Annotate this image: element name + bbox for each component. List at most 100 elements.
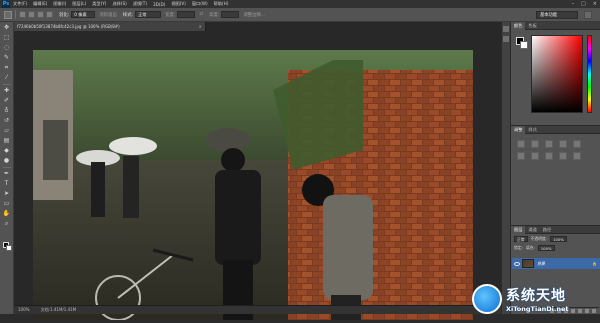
vibrance-icon[interactable] (573, 140, 581, 148)
blur-tool-icon[interactable]: ◆ (3, 147, 11, 155)
image-canvas[interactable] (33, 50, 473, 320)
zoom-level[interactable]: 100% (18, 307, 29, 312)
menu-file[interactable]: 文件(F) (13, 1, 27, 7)
dodge-tool-icon[interactable]: ● (3, 157, 11, 165)
boy-blazer (215, 170, 261, 265)
tab-paths[interactable]: 路径 (540, 226, 554, 234)
eyedropper-tool-icon[interactable]: ⁄ (3, 74, 11, 82)
quick-select-tool-icon[interactable]: ✎ (3, 54, 11, 62)
marquee-tool-icon[interactable]: ⬚ (3, 34, 11, 42)
background-color-chip[interactable] (520, 41, 528, 49)
style-select[interactable]: 正常 (135, 11, 162, 18)
menu-layer[interactable]: 图层(L) (72, 1, 86, 7)
photoshop-logo: Ps (2, 0, 10, 8)
minimize-button[interactable]: – (572, 1, 575, 7)
hue-saturation-icon[interactable] (517, 152, 525, 160)
menu-help[interactable]: 帮助(H) (214, 1, 229, 7)
menu-view[interactable]: 视图(V) (171, 1, 186, 7)
hue-slider[interactable] (587, 35, 592, 113)
channel-mixer-icon[interactable] (573, 152, 581, 160)
held-bag (206, 128, 250, 152)
type-tool-icon[interactable]: T (3, 180, 11, 188)
opacity-input[interactable]: 100% (550, 235, 567, 242)
menu-filter[interactable]: 滤镜(T) (133, 1, 147, 7)
maximize-button[interactable]: □ (581, 1, 586, 7)
tab-close-icon[interactable]: × (199, 22, 202, 31)
color-picker-field[interactable] (531, 35, 583, 113)
lasso-tool-icon[interactable]: ◌ (3, 44, 11, 52)
tab-color[interactable]: 颜色 (511, 21, 526, 30)
width-label: 宽度: (165, 12, 176, 18)
divider (2, 167, 11, 168)
curves-icon[interactable] (545, 140, 553, 148)
levels-icon[interactable] (531, 140, 539, 148)
lock-controls: 锁定: 填充: 100% (511, 243, 600, 252)
watermark-text: 系统天地 XiTongTianDi.net (506, 285, 568, 313)
brightness-icon[interactable] (517, 140, 525, 148)
history-panel-icon[interactable] (503, 26, 509, 32)
path-select-tool-icon[interactable]: ➤ (3, 190, 11, 198)
close-button[interactable]: × (593, 1, 597, 7)
move-tool-icon[interactable]: ✥ (3, 24, 11, 32)
workspace-icon[interactable] (584, 11, 592, 19)
document-size[interactable]: 文档:1.41M/1.41M (41, 307, 76, 312)
menu-image[interactable]: 图像(I) (53, 1, 66, 7)
lock-icon: 🔒 (592, 261, 597, 266)
window-controls: – □ × (572, 1, 597, 7)
blend-mode-select[interactable]: 正常 (514, 235, 528, 242)
feather-input[interactable]: 0 像素 (71, 11, 96, 18)
menu-window[interactable]: 窗口(W) (192, 1, 208, 7)
marquee-tool-preset-icon[interactable] (4, 10, 12, 19)
height-input[interactable] (221, 11, 240, 18)
background-color-swatch[interactable] (6, 245, 12, 251)
tab-layers[interactable]: 图层 (511, 225, 526, 234)
pen-tool-icon[interactable]: ✒ (3, 170, 11, 178)
menu-3d[interactable]: 3D(D) (153, 2, 165, 7)
subtract-selection-icon[interactable] (37, 11, 44, 18)
color-panel (511, 30, 600, 125)
divider (2, 84, 11, 85)
color-balance-icon[interactable] (531, 152, 539, 160)
feather-label: 羽化: (59, 12, 70, 18)
width-input[interactable] (177, 11, 196, 18)
visibility-eye-icon[interactable] (514, 261, 520, 266)
menu-edit[interactable]: 编辑(E) (33, 1, 47, 7)
add-selection-icon[interactable] (28, 11, 35, 18)
tab-adjustments[interactable]: 调整 (511, 125, 526, 134)
watermark-english: XiTongTianDi.net (506, 305, 569, 313)
intersect-selection-icon[interactable] (46, 11, 53, 18)
crop-tool-icon[interactable]: ⌗ (3, 64, 11, 72)
layer-name: 背景 (537, 260, 545, 266)
menu-select[interactable]: 选择(S) (112, 1, 126, 7)
healing-brush-tool-icon[interactable]: ✚ (3, 87, 11, 95)
zoom-tool-icon[interactable]: ⌕ (3, 220, 11, 228)
brush-tool-icon[interactable]: ✐ (3, 97, 11, 105)
fill-label: 填充: (525, 244, 535, 250)
new-selection-icon[interactable] (19, 11, 26, 18)
lock-label: 锁定: (514, 244, 523, 250)
gradient-tool-icon[interactable]: ▤ (3, 137, 11, 145)
menu-type[interactable]: 类型(Y) (92, 1, 106, 7)
properties-panel-icon[interactable] (503, 36, 509, 42)
document-tab[interactable]: f7246b0b50f13874b8fc42c3.jpg @ 100% (RGB… (14, 22, 206, 31)
history-brush-tool-icon[interactable]: ↺ (3, 117, 11, 125)
black-white-icon[interactable] (545, 152, 553, 160)
photo-filter-icon[interactable] (559, 152, 567, 160)
site-watermark: 系统天地 XiTongTianDi.net (472, 278, 600, 320)
refine-edge-button[interactable]: 调整边缘... (243, 12, 265, 18)
exposure-icon[interactable] (559, 140, 567, 148)
fill-input[interactable]: 100% (537, 244, 555, 251)
swap-icon[interactable]: ⇄ (199, 12, 203, 17)
adjustments-panel-tabs: 调整 样式 (511, 125, 600, 134)
hand-tool-icon[interactable]: ✋ (3, 210, 11, 218)
tab-swatches[interactable]: 色板 (525, 22, 539, 30)
tab-channels[interactable]: 通道 (525, 226, 539, 234)
clone-stamp-tool-icon[interactable]: ♁ (3, 107, 11, 115)
tab-styles[interactable]: 样式 (525, 126, 539, 134)
shape-tool-icon[interactable]: ▭ (3, 200, 11, 208)
eraser-tool-icon[interactable]: ▱ (3, 127, 11, 135)
workspace-select[interactable]: 基本功能 (536, 11, 578, 19)
umbrella-right (109, 137, 157, 155)
antialias-checkbox[interactable]: 消除锯齿 (99, 12, 117, 18)
layer-row-background[interactable]: 背景 🔒 (512, 258, 600, 269)
